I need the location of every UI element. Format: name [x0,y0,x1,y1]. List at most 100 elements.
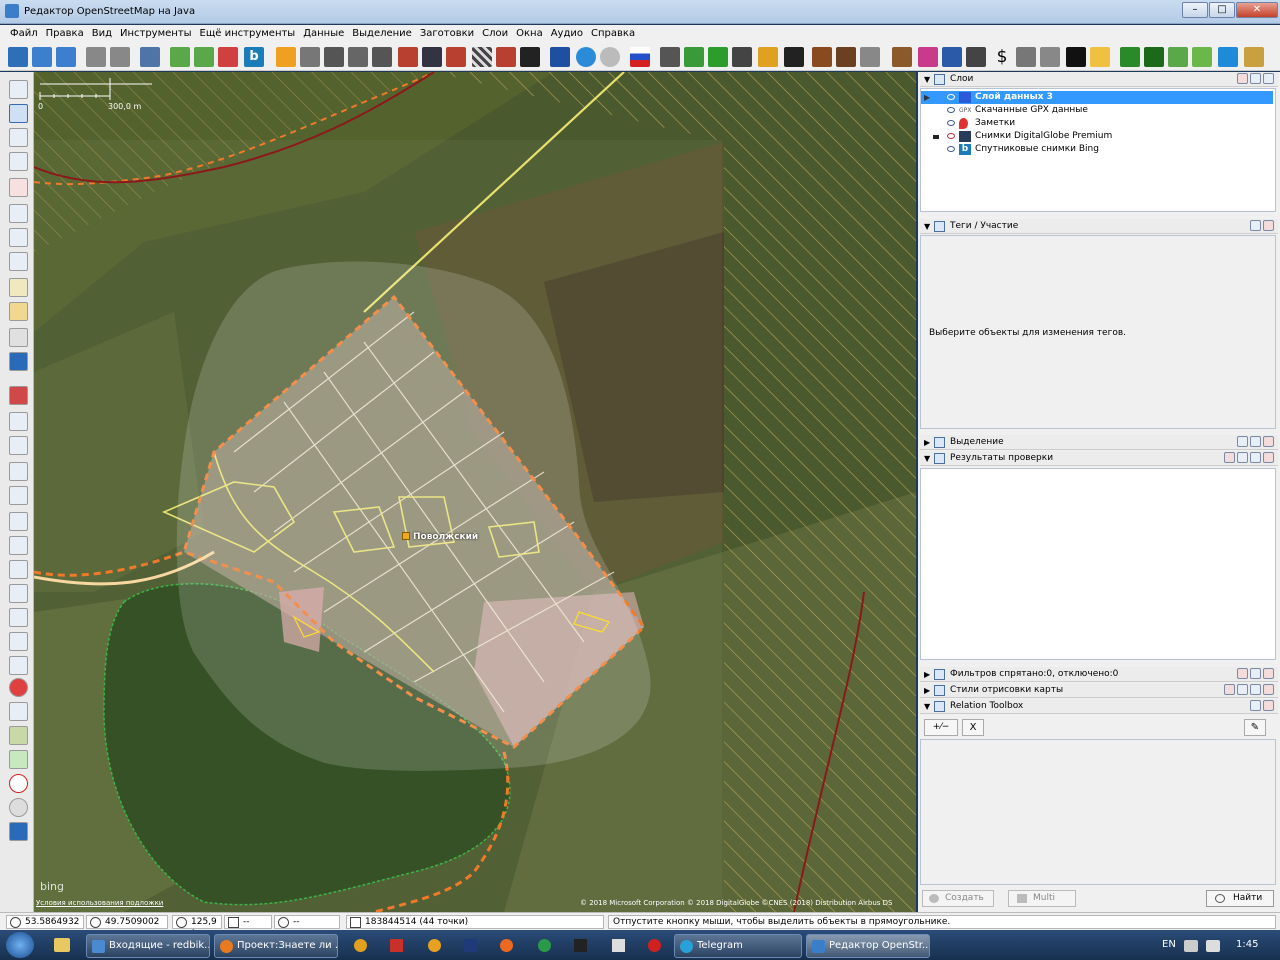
preferences-icon[interactable] [140,47,160,67]
menu-presets[interactable]: Заготовки [416,25,478,43]
preset-path-icon[interactable] [324,47,344,67]
tray-arrow-icon[interactable] [1184,940,1198,952]
validation-toggle-icon[interactable] [9,486,28,505]
photoshop-icon[interactable] [464,939,477,952]
multi-button[interactable]: Multi [1008,890,1076,907]
parallel-way-icon[interactable] [9,228,28,247]
visibility-eye-icon[interactable] [947,94,955,100]
language-indicator[interactable]: EN [1162,939,1176,950]
preset-house-icon[interactable] [860,47,880,67]
preset-highway-icon[interactable] [276,47,296,67]
validation-results-list[interactable] [920,468,1276,660]
layer-row-data[interactable]: ▶ Слой данных 3 [921,91,1273,104]
visibility-eye-icon[interactable] [947,133,955,139]
preset-trophy-icon[interactable] [1090,47,1110,67]
download-icon[interactable] [32,47,52,67]
panel-settings-icon[interactable] [1237,436,1248,447]
layer-row-notes[interactable]: Заметки [921,117,1273,130]
menu-tools[interactable]: Инструменты [116,25,196,43]
preset-wall-icon[interactable] [398,47,418,67]
panel-close-icon[interactable] [1224,684,1235,695]
preset-balloon-icon[interactable] [758,47,778,67]
speed-icon[interactable] [9,774,28,793]
preset-scrub-icon[interactable] [1192,47,1212,67]
validator-icon[interactable] [218,47,238,67]
upload-icon[interactable] [56,47,76,67]
app-icon[interactable] [428,939,441,952]
notes-toggle-icon[interactable] [9,678,28,697]
expand-triangle-icon[interactable]: ▶ [924,683,930,698]
preset-fence-icon[interactable] [446,47,466,67]
preset-circle-icon[interactable] [600,47,620,67]
preset-car-icon[interactable] [520,47,540,67]
open-file-icon[interactable] [8,47,28,67]
panel-minimize-icon[interactable] [1263,73,1274,84]
expand-arrow-icon[interactable]: ▶ [924,91,930,104]
minimize-button[interactable]: – [1182,2,1208,18]
opera-icon[interactable] [648,939,661,952]
create-button[interactable]: Создать [922,890,994,907]
task-josm[interactable]: Редактор OpenStr... [806,934,930,958]
chrome-icon[interactable] [354,939,367,952]
changeset-icon[interactable] [9,608,28,627]
bing-icon[interactable]: b [244,47,264,67]
panel-detach-icon[interactable] [1250,73,1261,84]
panel-close-icon[interactable] [1263,220,1274,231]
preset-attach-icon[interactable] [1040,47,1060,67]
zoom-tool-icon[interactable] [9,152,28,171]
conflict-icon[interactable] [9,560,28,579]
panel-detach-icon[interactable] [1250,668,1261,679]
visibility-eye-icon[interactable] [947,146,955,152]
preset-road-icon[interactable] [300,47,320,67]
app-icon[interactable] [500,939,513,952]
maximize-button[interactable]: □ [1209,2,1235,18]
preset-hospital-icon[interactable] [732,47,752,67]
clock[interactable]: 1:45 [1236,939,1258,950]
history-icon[interactable] [9,512,28,531]
panel-close-icon[interactable] [1224,452,1235,463]
filter-panel-header[interactable]: ▶ Фильтров спрятано:0, отключено:0 [920,667,1278,682]
preset-grass-icon[interactable] [1168,47,1188,67]
panel-close-icon[interactable] [1237,668,1248,679]
user-list-icon[interactable] [9,462,28,481]
collapse-triangle-icon[interactable]: ▼ [924,219,930,234]
task-mail[interactable]: Входящие - redbik... [86,934,210,958]
map-canvas[interactable] [34,72,916,912]
russia-flag-icon[interactable] [630,47,650,67]
collapse-triangle-icon[interactable]: ▼ [924,451,930,466]
extrude-icon[interactable] [9,252,28,271]
todo-list-icon[interactable] [9,750,28,769]
filter-toggle-icon[interactable] [9,584,28,603]
preset-globe-icon[interactable] [576,47,596,67]
panel-detach-icon[interactable] [1250,700,1261,711]
layers-panel-header[interactable]: ▼ Слои [920,72,1278,87]
undo-icon[interactable] [86,47,106,67]
panel-close-icon[interactable] [1263,436,1274,447]
preset-shop-icon[interactable] [918,47,938,67]
draw-node-icon[interactable] [9,128,28,147]
preset-bridge-icon[interactable] [422,47,442,67]
preset-crossing-icon[interactable] [472,47,492,67]
layer-row-digitalglobe[interactable]: Снимки DigitalGlobe Premium [921,130,1273,143]
menu-data[interactable]: Данные [299,25,348,43]
preset-forest-icon[interactable] [1144,47,1164,67]
commands-icon[interactable] [9,702,28,721]
relation-clear-button[interactable]: X [962,719,984,736]
tags-panel-header[interactable]: ▼ Теги / Участие [920,219,1278,234]
preset-factory-icon[interactable] [836,47,856,67]
map-view[interactable]: 0 300,0 m Поволжский bing Условия исполь… [34,72,916,912]
preset-rail-icon[interactable] [348,47,368,67]
imagery-icon[interactable] [170,47,190,67]
expand-triangle-icon[interactable]: ▶ [924,667,930,682]
redo-icon[interactable] [110,47,130,67]
improve-way-icon[interactable] [9,204,28,223]
preset-clothes-icon[interactable] [942,47,962,67]
more-panels-icon[interactable] [9,822,28,841]
menu-edit[interactable]: Правка [42,25,88,43]
menu-layers[interactable]: Слои [478,25,512,43]
preset-water-icon[interactable] [1218,47,1238,67]
preset-castle-icon[interactable] [812,47,832,67]
panel-detach-icon[interactable] [1250,684,1261,695]
close-button[interactable]: ✕ [1236,2,1278,18]
menu-file[interactable]: Файл [6,25,42,43]
